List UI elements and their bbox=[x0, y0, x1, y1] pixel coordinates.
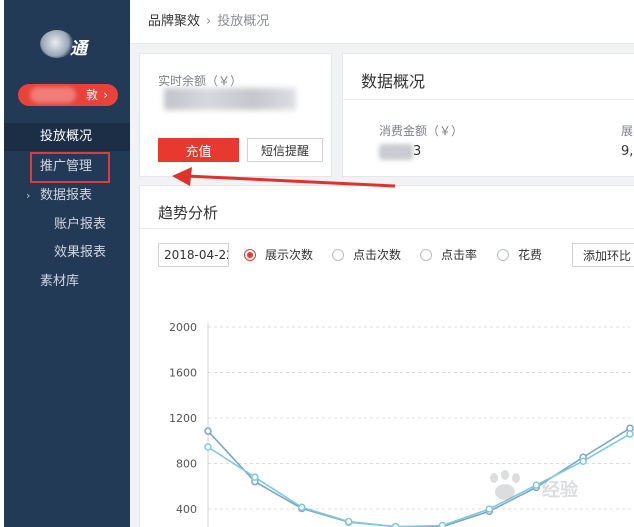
logo-mark bbox=[40, 30, 74, 58]
chevron-right-icon: › bbox=[26, 189, 31, 202]
data-overview-card: 数据概况 消费金额（￥） 3 展 9,9 bbox=[342, 53, 634, 177]
radio-unselected-icon bbox=[332, 249, 344, 261]
radio-label: 花费 bbox=[518, 248, 543, 262]
sidebar-item-account-report[interactable]: 账户报表 bbox=[4, 211, 130, 239]
radio-label: 点击率 bbox=[441, 248, 478, 262]
data-point[interactable] bbox=[204, 443, 212, 451]
y-tick-label: 800 bbox=[176, 458, 197, 471]
trend-title: 趋势分析 bbox=[158, 204, 219, 222]
sidebar-item-label: 数据报表 bbox=[40, 188, 93, 203]
data-point[interactable] bbox=[251, 473, 259, 481]
radio-impressions[interactable]: 展示次数 bbox=[244, 246, 326, 264]
divider bbox=[140, 228, 634, 229]
y-tick-label: 2000 bbox=[169, 321, 197, 334]
sidebar-item-label: 素材库 bbox=[40, 274, 80, 289]
sidebar-item-label: 投放概况 bbox=[40, 129, 93, 144]
radio-selected-icon bbox=[244, 249, 256, 261]
account-button[interactable]: 敦 › bbox=[18, 84, 118, 106]
sidebar-item-label: 账户报表 bbox=[54, 217, 107, 232]
sms-reminder-button[interactable]: 短信提醒 bbox=[247, 138, 323, 162]
radio-label: 展示次数 bbox=[265, 248, 314, 262]
y-tick-label: 1200 bbox=[169, 412, 197, 425]
sidebar-item-effect-report[interactable]: 效果报表 bbox=[4, 239, 130, 267]
balance-value-redacted bbox=[164, 88, 296, 110]
breadcrumb-current: 投放概况 bbox=[217, 14, 270, 29]
watermark-text: 经验 bbox=[542, 480, 578, 501]
radio-unselected-icon bbox=[420, 249, 432, 261]
data-point[interactable] bbox=[204, 427, 212, 435]
spend-value-redacted bbox=[379, 144, 413, 160]
y-tick-label: 1600 bbox=[169, 367, 197, 380]
impressions-label: 展 bbox=[621, 124, 634, 138]
radio-ctr[interactable]: 点击率 bbox=[420, 246, 486, 264]
sidebar-item-overview[interactable]: 投放概况 bbox=[4, 123, 130, 151]
watermark: 经验 bbox=[484, 470, 604, 504]
account-name-redacted bbox=[30, 87, 76, 103]
balance-label: 实时余额（￥） bbox=[158, 74, 243, 88]
sidebar-item-material[interactable]: 素材库 bbox=[4, 268, 130, 296]
radio-cost[interactable]: 花费 bbox=[497, 246, 553, 264]
divider bbox=[343, 99, 634, 100]
spend-value: 3 bbox=[413, 144, 422, 159]
radio-label: 点击次数 bbox=[353, 248, 402, 262]
y-tick-label: 400 bbox=[176, 503, 197, 516]
spend-label: 消费金额（￥） bbox=[379, 124, 464, 138]
data-point[interactable] bbox=[438, 521, 447, 527]
data-point[interactable] bbox=[485, 505, 494, 513]
account-button-label: 敦 bbox=[85, 88, 98, 102]
data-point[interactable] bbox=[344, 517, 353, 526]
overview-title: 数据概况 bbox=[361, 72, 426, 91]
data-point[interactable] bbox=[298, 503, 306, 512]
data-point[interactable] bbox=[391, 522, 400, 527]
recharge-button[interactable]: 充值 bbox=[158, 138, 239, 162]
radio-unselected-icon bbox=[497, 249, 509, 261]
logo-glyph: 通 bbox=[70, 39, 87, 59]
chevron-right-icon: › bbox=[103, 88, 108, 102]
breadcrumb-root[interactable]: 品牌聚效 bbox=[148, 14, 200, 29]
data-point[interactable] bbox=[579, 457, 587, 465]
paw-icon bbox=[490, 470, 520, 500]
brand-logo: 通 bbox=[34, 24, 104, 64]
impressions-value: 9,9 bbox=[621, 144, 634, 159]
balance-card: 实时余额（￥） 充值 短信提醒 bbox=[139, 53, 332, 177]
breadcrumb: 品牌聚效 › 投放概况 bbox=[130, 0, 634, 44]
sidebar: 通 敦 › 投放概况 推广管理 › 数据报表 账户报表 效果报表 素材库 bbox=[4, 0, 130, 527]
sidebar-item-label: 效果报表 bbox=[54, 245, 107, 260]
sidebar-item-reports[interactable]: › 数据报表 bbox=[4, 182, 130, 210]
highlight-box bbox=[30, 152, 110, 183]
date-picker-input[interactable] bbox=[158, 243, 229, 267]
data-point[interactable] bbox=[626, 430, 634, 438]
y-axis-ticks: 2000 1600 1200 800 400 bbox=[169, 321, 197, 516]
add-comparison-button[interactable]: 添加环比 bbox=[572, 243, 634, 267]
radio-clicks[interactable]: 点击次数 bbox=[332, 246, 412, 264]
chevron-right-icon: › bbox=[206, 14, 212, 29]
